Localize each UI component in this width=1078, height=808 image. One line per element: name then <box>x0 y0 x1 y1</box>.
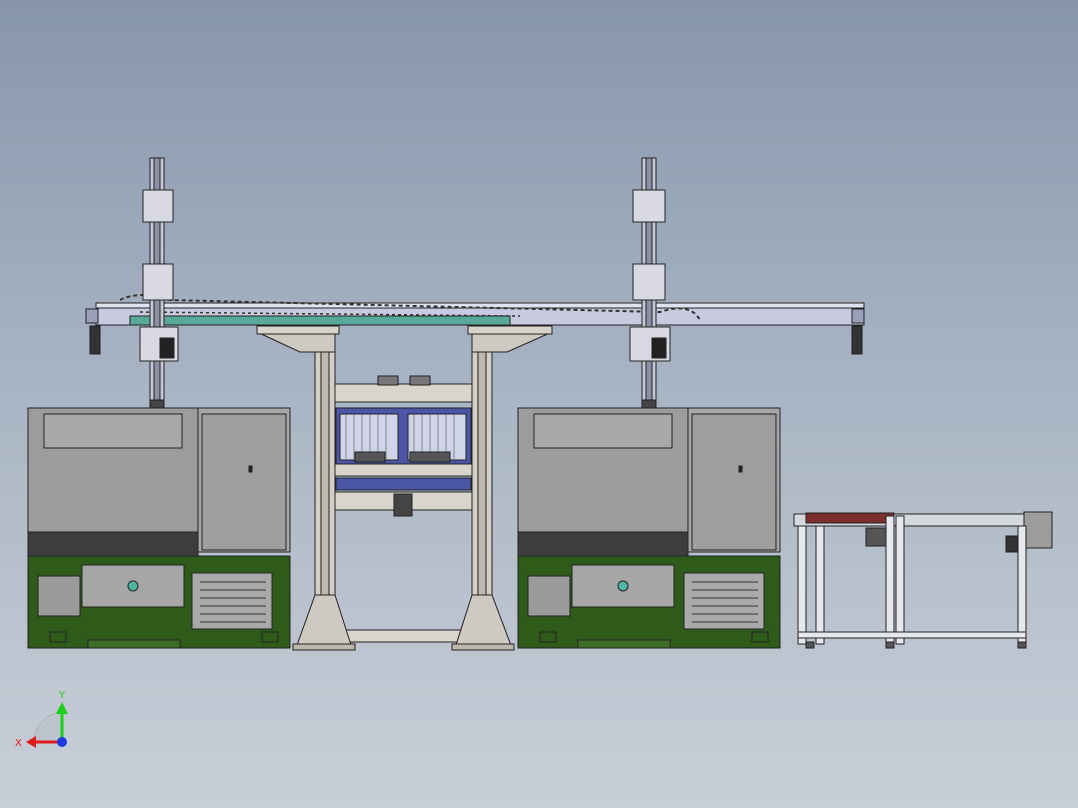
machine-right <box>517 407 781 649</box>
machine-left <box>27 407 291 649</box>
assembly-drawing: X Y <box>15 157 1053 749</box>
z-axis-right <box>629 157 671 411</box>
x-axis-label: X <box>15 738 22 749</box>
y-axis-arrowhead <box>56 702 68 714</box>
z-axis-dot <box>57 737 67 747</box>
cad-viewport[interactable]: X Y <box>0 0 1078 808</box>
coordinate-triad: X Y <box>15 690 68 749</box>
x-axis-arrowhead <box>26 736 36 748</box>
conveyor-table <box>793 511 1053 649</box>
z-axis-left <box>139 157 179 411</box>
y-axis-label: Y <box>58 690 66 701</box>
